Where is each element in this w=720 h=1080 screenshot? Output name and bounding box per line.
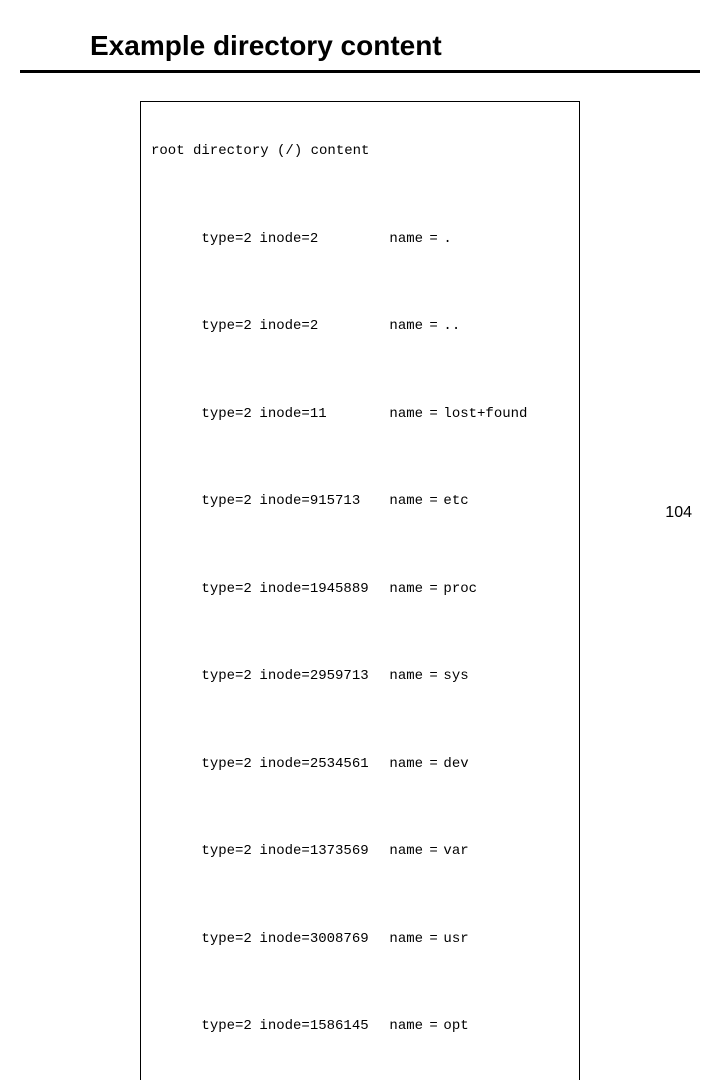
entry-name-key: name bbox=[389, 1018, 429, 1036]
listing-header: root directory (/) content bbox=[151, 143, 569, 161]
dir-entry: type=2inode=1945889name=proc bbox=[151, 563, 569, 616]
entry-name-key: name bbox=[389, 231, 429, 249]
dir-entry: type=2inode=2534561name=dev bbox=[151, 738, 569, 791]
entry-inode: inode=1586145 bbox=[259, 1018, 389, 1036]
entry-inode: inode=2 bbox=[259, 318, 389, 336]
dir-entry: type=2inode=3008769name=usr bbox=[151, 913, 569, 966]
entry-type: type=2 bbox=[201, 581, 259, 599]
title-rule bbox=[20, 70, 700, 73]
entry-name-key: name bbox=[389, 318, 429, 336]
entry-inode: inode=2534561 bbox=[259, 756, 389, 774]
entry-eq: = bbox=[429, 843, 443, 861]
entry-inode: inode=2 bbox=[259, 231, 389, 249]
entry-eq: = bbox=[429, 756, 443, 774]
entry-name-key: name bbox=[389, 843, 429, 861]
entry-eq: = bbox=[429, 581, 443, 599]
entry-inode: inode=11 bbox=[259, 406, 389, 424]
directory-listing-box: root directory (/) content type=2inode=2… bbox=[140, 101, 580, 1080]
entry-eq: = bbox=[429, 493, 443, 511]
entry-type: type=2 bbox=[201, 493, 259, 511]
dir-entry: type=2inode=2name=. bbox=[151, 213, 569, 266]
dir-entry: type=2inode=1373569name=var bbox=[151, 826, 569, 879]
entry-name-key: name bbox=[389, 406, 429, 424]
entry-inode: inode=1945889 bbox=[259, 581, 389, 599]
entry-inode: inode=3008769 bbox=[259, 931, 389, 949]
entry-name: .. bbox=[443, 318, 460, 336]
entry-name: dev bbox=[443, 756, 468, 774]
entry-name-key: name bbox=[389, 493, 429, 511]
entry-eq: = bbox=[429, 931, 443, 949]
entry-inode: inode=2959713 bbox=[259, 668, 389, 686]
entry-name-key: name bbox=[389, 668, 429, 686]
entry-inode: inode=915713 bbox=[259, 493, 389, 511]
page-title: Example directory content bbox=[0, 0, 720, 70]
entry-type: type=2 bbox=[201, 231, 259, 249]
dir-entry: type=2inode=2name=.. bbox=[151, 301, 569, 354]
entry-name: var bbox=[443, 843, 468, 861]
entry-type: type=2 bbox=[201, 756, 259, 774]
entry-type: type=2 bbox=[201, 668, 259, 686]
page-number: 104 bbox=[665, 504, 692, 522]
entry-name: sys bbox=[443, 668, 468, 686]
entry-type: type=2 bbox=[201, 931, 259, 949]
entry-name: opt bbox=[443, 1018, 468, 1036]
entry-type: type=2 bbox=[201, 406, 259, 424]
entry-inode: inode=1373569 bbox=[259, 843, 389, 861]
entry-eq: = bbox=[429, 231, 443, 249]
entry-eq: = bbox=[429, 1018, 443, 1036]
entry-name-key: name bbox=[389, 931, 429, 949]
entry-eq: = bbox=[429, 318, 443, 336]
dir-entry: type=2inode=2959713name=sys bbox=[151, 651, 569, 704]
entry-eq: = bbox=[429, 406, 443, 424]
entry-type: type=2 bbox=[201, 843, 259, 861]
entry-type: type=2 bbox=[201, 1018, 259, 1036]
entry-name: usr bbox=[443, 931, 468, 949]
entry-name: lost+found bbox=[443, 406, 527, 424]
entry-name-key: name bbox=[389, 581, 429, 599]
entry-type: type=2 bbox=[201, 318, 259, 336]
entry-name: . bbox=[443, 231, 451, 249]
dir-entry: type=2inode=11name=lost+found bbox=[151, 388, 569, 441]
entry-name: etc bbox=[443, 493, 468, 511]
entry-name-key: name bbox=[389, 756, 429, 774]
entry-eq: = bbox=[429, 668, 443, 686]
dir-entry: type=2inode=1586145name=opt bbox=[151, 1001, 569, 1054]
entry-name: proc bbox=[443, 581, 477, 599]
slide: Example directory content root directory… bbox=[0, 0, 720, 540]
dir-entry: type=2inode=915713name=etc bbox=[151, 476, 569, 529]
